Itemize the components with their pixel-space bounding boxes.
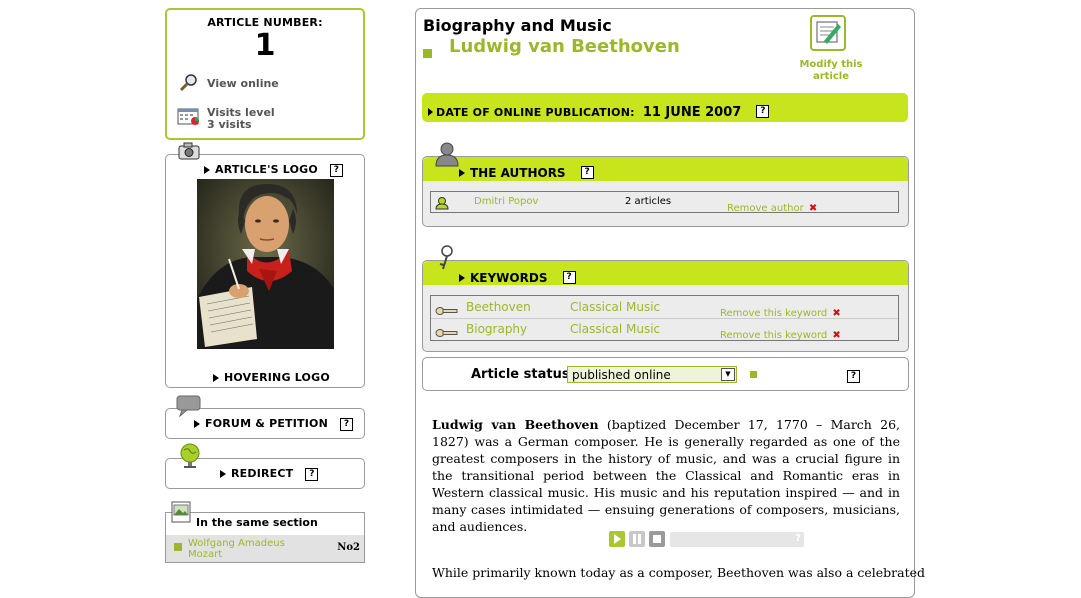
article-body-p2: While primarily known today as a compose… <box>432 565 926 580</box>
chevron-down-icon[interactable]: ▼ <box>721 368 735 381</box>
magnifier-icon <box>179 73 199 97</box>
expand-triangle-icon <box>194 420 200 428</box>
image-document-icon <box>170 501 192 527</box>
publication-date-label: DATE OF ONLINE PUBLICATION: <box>436 106 635 119</box>
article-logo-image[interactable] <box>197 179 334 349</box>
remove-x-icon: ✖ <box>832 330 841 341</box>
help-icon[interactable]: ? <box>305 467 319 481</box>
help-icon[interactable]: ? <box>756 105 770 118</box>
title-bullet-icon <box>423 49 432 58</box>
help-icon[interactable]: ? <box>562 271 576 284</box>
article-logo-box: ARTICLE'S LOGO ? HOVERING LOGO <box>165 142 365 388</box>
calendar-chart-icon <box>177 108 201 130</box>
forum-title: FORUM & PETITION <box>205 417 328 430</box>
edit-document-icon <box>810 15 846 55</box>
forum-toggle[interactable]: FORUM & PETITION ? <box>194 417 354 431</box>
modify-article-label: Modify this article <box>799 59 863 82</box>
author-name[interactable]: Dmitri Popov <box>474 196 538 207</box>
same-section-item[interactable]: Wolfgang Amadeus Mozart No2 <box>166 535 364 562</box>
publication-date-bar: DATE OF ONLINE PUBLICATION: 11 JUNE 2007… <box>422 93 908 122</box>
help-icon[interactable]: ? <box>340 417 354 431</box>
expand-triangle-icon <box>220 470 226 478</box>
keyword-row: Beethoven Classical Music Remove this ke… <box>431 296 898 319</box>
keywords-box: KEYWORDS ? Beethoven Classical Music Rem… <box>422 245 909 352</box>
expand-triangle-icon <box>204 166 210 174</box>
article-number-box: ARTICLE NUMBER: 1 View online Visits lev… <box>165 8 365 140</box>
help-icon[interactable]: ? <box>847 370 860 383</box>
keywords-title: KEYWORDS <box>470 271 548 285</box>
keyword-name[interactable]: Biography <box>466 322 527 336</box>
remove-keyword-label: Remove this keyword <box>720 330 828 341</box>
key-icon <box>437 245 457 275</box>
same-section-item-title[interactable]: Wolfgang Amadeus Mozart <box>188 538 308 560</box>
authors-box: THE AUTHORS ? Dmitri Popov 2 articles Re… <box>422 142 909 227</box>
play-button[interactable] <box>609 531 625 547</box>
article-body-bold: Ludwig van Beethoven <box>432 417 599 432</box>
remove-author-label: Remove author <box>727 203 804 214</box>
expand-triangle-icon <box>459 168 465 177</box>
article-logo-title: ARTICLE'S LOGO <box>215 163 318 176</box>
progress-bar[interactable]: ? <box>670 532 804 547</box>
article-logo-toggle[interactable]: ARTICLE'S LOGO ? <box>204 163 343 177</box>
section-title: Biography and Music <box>423 16 612 35</box>
pause-button[interactable] <box>629 531 645 547</box>
remove-author-button[interactable]: Remove author ✖ <box>727 196 817 215</box>
bullet-square-icon <box>174 543 182 551</box>
audio-player: ? <box>609 531 805 548</box>
article-body-p1: Ludwig van Beethoven (baptized December … <box>432 416 900 535</box>
keyword-key-icon <box>435 323 459 342</box>
expand-triangle-icon <box>213 374 219 382</box>
publication-date-value[interactable]: 11 JUNE 2007 <box>643 105 741 120</box>
expand-triangle-icon <box>459 273 465 282</box>
keyword-name[interactable]: Beethoven <box>466 300 531 314</box>
hovering-logo-toggle[interactable]: HOVERING LOGO <box>213 371 330 384</box>
stop-button[interactable] <box>649 531 665 547</box>
same-section-title: In the same section <box>196 516 318 529</box>
help-icon[interactable]: ? <box>580 166 594 179</box>
expand-triangle-icon <box>428 107 433 116</box>
article-status-label: Article status: <box>471 367 575 382</box>
remove-x-icon: ✖ <box>808 203 818 214</box>
camera-icon <box>178 141 200 165</box>
hovering-logo-title: HOVERING LOGO <box>224 371 330 384</box>
same-section-item-number: No2 <box>337 542 360 553</box>
help-icon[interactable]: ? <box>329 163 343 177</box>
author-icon <box>435 195 449 214</box>
article-body-text: (baptized December 17, 1770 – March 26, … <box>432 417 901 534</box>
authors-title: THE AUTHORS <box>470 166 566 180</box>
article-status-value: published online <box>572 368 671 382</box>
article-number: 1 <box>254 28 276 63</box>
redirect-title: REDIRECT <box>231 467 294 480</box>
visits-count: 3 visits <box>207 118 252 131</box>
forum-box: FORUM & PETITION ? <box>165 395 365 439</box>
modify-article-button[interactable]: Modify this article <box>791 15 871 85</box>
article-status-select[interactable]: published online ▼ <box>567 366 737 383</box>
remove-keyword-button[interactable]: Remove this keyword ✖ <box>720 323 841 342</box>
keyword-group[interactable]: Classical Music <box>570 300 660 314</box>
article-title: Ludwig van Beethoven <box>449 36 680 57</box>
article-status-box: Article status: published online ▼ ? <box>422 357 909 391</box>
view-online-label: View online <box>207 77 279 90</box>
author-row: Dmitri Popov 2 articles Remove author ✖ <box>430 191 899 215</box>
redirect-toggle[interactable]: REDIRECT ? <box>220 467 319 481</box>
person-icon <box>435 141 459 171</box>
globe-icon <box>178 443 202 473</box>
player-help-icon[interactable]: ? <box>795 533 801 544</box>
same-section-box: In the same section Wolfgang Amadeus Moz… <box>165 501 365 563</box>
redirect-box: REDIRECT ? <box>165 443 365 489</box>
main-panel: Biography and Music Ludwig van Beethoven… <box>415 8 926 598</box>
status-indicator-icon <box>750 371 757 378</box>
author-article-count[interactable]: 2 articles <box>625 196 671 207</box>
keyword-row: Biography Classical Music Remove this ke… <box>431 318 898 342</box>
keywords-table: Beethoven Classical Music Remove this ke… <box>430 295 899 341</box>
keyword-group[interactable]: Classical Music <box>570 322 660 336</box>
